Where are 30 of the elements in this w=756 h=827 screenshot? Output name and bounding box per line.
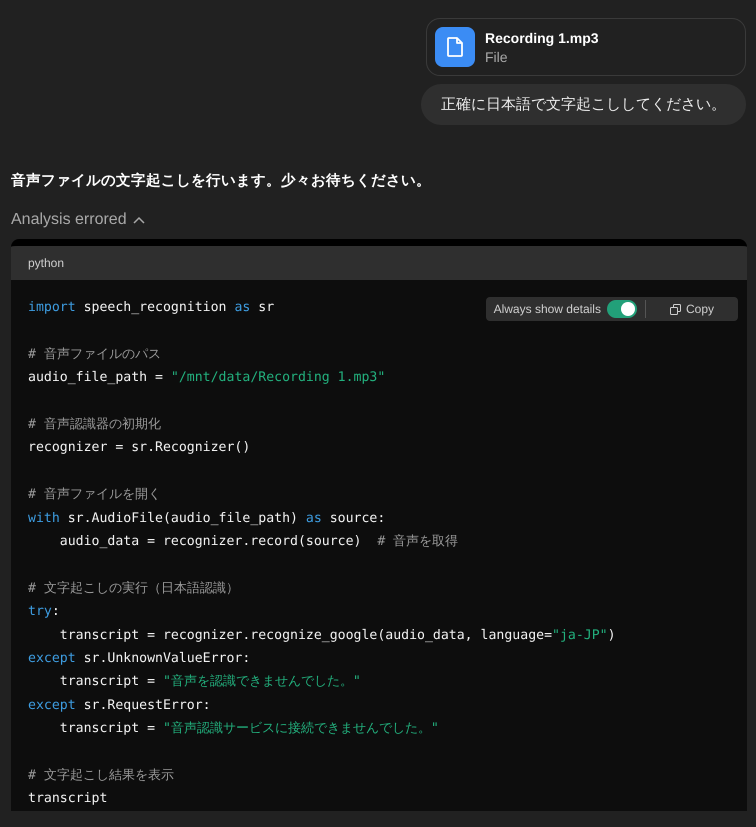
code-line: # 音声ファイルのパス xyxy=(28,346,161,364)
code-line: transcript xyxy=(28,790,108,808)
code-line: with sr.AudioFile(audio_file_path) as source: xyxy=(28,510,386,528)
code-line: transcript = recognizer.recognize_google(audio_data, language="ja-JP") xyxy=(58,626,616,645)
code-line: import speech_recognition as sr xyxy=(28,299,274,317)
analysis-status[interactable]: Analysis errored xyxy=(11,211,127,229)
code-line: audio_file_path = "/mnt/data/Recording 1.mp3" xyxy=(28,369,386,388)
code-line: recognizer = sr.Recognizer() xyxy=(28,439,250,458)
copy-icon xyxy=(670,304,681,314)
file-name: Recording 1.mp3 xyxy=(485,30,599,46)
file-type: File xyxy=(485,48,509,64)
file-attachment-card[interactable]: Recording 1.mp3 File xyxy=(426,18,746,76)
code-line: transcript = "音声認識サービスに接続できませんでした。" xyxy=(58,720,439,738)
code-line: # 文字起こし結果を表示 xyxy=(28,767,174,786)
copy-button[interactable]: Copy xyxy=(646,302,738,316)
code-line: except sr.UnknownValueError: xyxy=(28,650,250,668)
user-message: 正確に日本語で文字起こししてください。 xyxy=(421,84,746,125)
caret-icon[interactable] xyxy=(132,216,145,224)
document-icon xyxy=(435,27,475,67)
code-line: transcript = "音声を認識できませんでした。" xyxy=(58,673,361,692)
code-line: audio_data = recognizer.record(source) # 音声を取得 xyxy=(58,533,458,552)
code-line: # 音声認識器の初期化 xyxy=(28,416,161,434)
code-line: # 音声ファイルを開く xyxy=(28,486,161,504)
toggle-switch[interactable] xyxy=(606,300,637,318)
code-line: # 文字起こしの実行（日本語認識） xyxy=(28,580,239,598)
assistant-message: 音声ファイルの文字起こしを行います。少々お待ちください。 xyxy=(11,171,432,190)
code-line: except sr.RequestError: xyxy=(28,696,211,715)
code-language: python xyxy=(28,256,64,270)
code-line: try: xyxy=(28,603,60,622)
toggle-label: Always show details xyxy=(494,302,601,316)
